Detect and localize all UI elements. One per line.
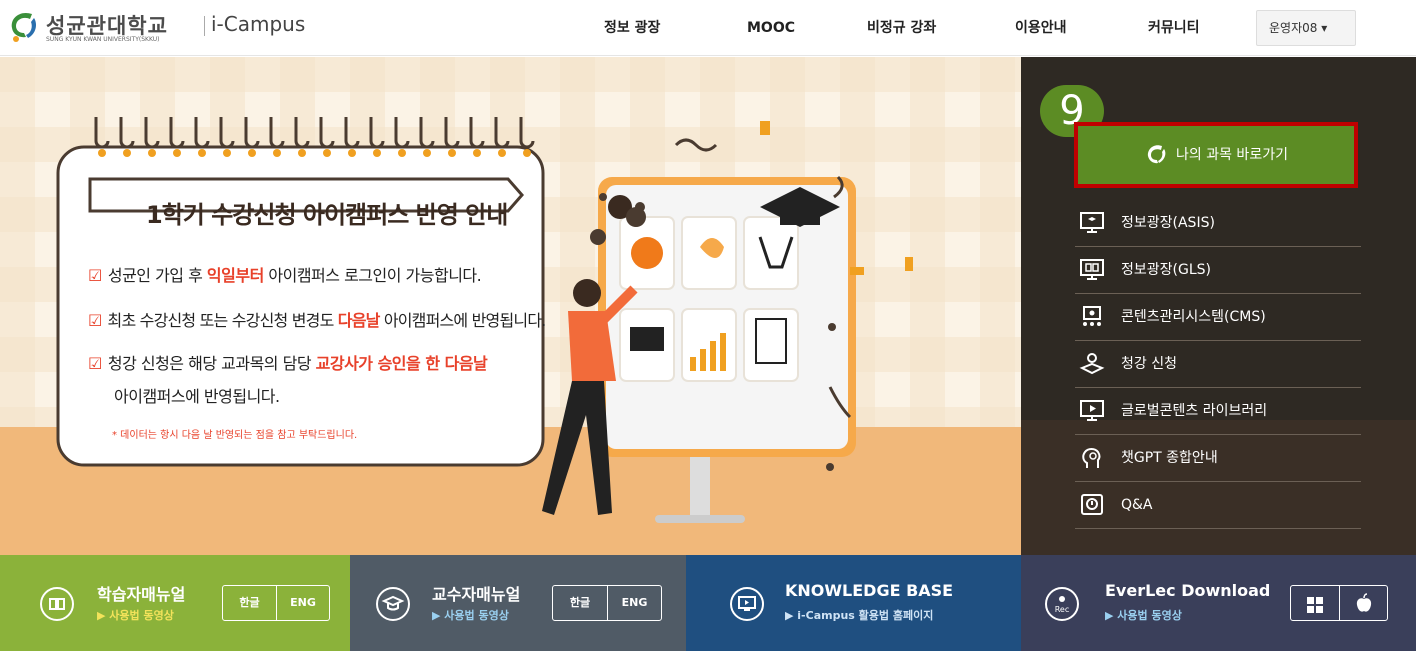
top-header: 성균관대학교 SUNG KYUN KWAN UNIVERSITY(SKKU) i… <box>0 0 1416 56</box>
monitor-book-icon <box>1080 259 1104 280</box>
logo-product: i-Campus <box>211 12 306 36</box>
learner-korean-button[interactable]: 한글 <box>223 586 276 620</box>
knowledge-base-title[interactable]: KNOWLEDGE BASE <box>785 581 953 600</box>
knowledge-base-link[interactable]: ▶ i-Campus 활용법 홈페이지 <box>785 607 933 623</box>
monitor-play-icon <box>730 587 764 621</box>
learner-english-button[interactable]: ENG <box>276 586 329 620</box>
skku-logo-icon <box>1147 145 1166 164</box>
highlight-frame: 나의 과목 바로가기 <box>1074 122 1358 188</box>
check-icon: ☑ <box>88 354 102 373</box>
rec-label: Rec <box>1055 605 1070 614</box>
professor-english-button[interactable]: ENG <box>607 586 661 620</box>
hero-item-3-highlight: 교강사가 승인을 한 다음날 <box>315 354 488 373</box>
professor-manual-section: 교수자매뉴얼 ▶ 사용법 동영상 한글 ENG <box>350 555 686 651</box>
hero-note: * 데이터는 항시 다음 날 반영되는 점을 참고 부탁드립니다. <box>112 430 358 441</box>
mac-download-button[interactable] <box>1339 586 1387 620</box>
professor-video-link[interactable]: ▶ 사용법 동영상 <box>432 607 509 623</box>
quick-menu-audit-label: 청강 신청 <box>1121 356 1177 372</box>
rec-icon: Rec <box>1045 587 1079 621</box>
my-courses-button[interactable]: 나의 과목 바로가기 <box>1078 126 1354 184</box>
learner-manual-title[interactable]: 학습자매뉴얼 <box>97 581 185 605</box>
quick-menu-gls[interactable]: 정보광장(GLS) <box>1075 247 1361 294</box>
my-courses-label: 나의 과목 바로가기 <box>1176 147 1288 163</box>
professor-korean-button[interactable]: 한글 <box>553 586 607 620</box>
windows-download-button[interactable] <box>1291 586 1339 620</box>
learner-lang-buttons: 한글 ENG <box>222 585 330 621</box>
windows-icon <box>1307 597 1323 613</box>
hero-item-2: ☑ 최초 수강신청 또는 수강신청 변경도 다음날 아이캠퍼스에 반영됩니다. <box>88 307 546 331</box>
monitor-people-icon <box>1083 306 1101 326</box>
graduate-cap-icon <box>376 587 410 621</box>
quick-menu-global-library-label: 글로벌콘텐츠 라이브러리 <box>1121 403 1268 419</box>
professor-manual-title[interactable]: 교수자매뉴얼 <box>432 581 520 605</box>
hero-item-2-post: 아이캠퍼스에 반영됩니다. <box>379 311 547 330</box>
hero-banner[interactable]: 1학기 수강신청 아이캠퍼스 반영 안내 ☑ 성균인 가입 후 익일부터 아이캠퍼… <box>0 57 1021 555</box>
everlec-video-link[interactable]: ▶ 사용법 동영상 <box>1105 607 1182 623</box>
hero-title: 1학기 수강신청 아이캠퍼스 반영 안내 <box>146 201 508 229</box>
hero-item-3-line2: 아이캠퍼스에 반영됩니다. <box>114 387 280 406</box>
quick-menu-chatgpt-label: 챗GPT 종합안내 <box>1121 450 1218 466</box>
hero-item-2-highlight: 다음날 <box>337 311 381 330</box>
quick-menu-asis[interactable]: 정보광장(ASIS) <box>1075 200 1361 247</box>
quick-menu-gls-label: 정보광장(GLS) <box>1121 262 1211 278</box>
nav-mooc[interactable]: MOOC <box>747 0 795 56</box>
hero-item-1-pre: 성균인 가입 후 <box>107 266 207 285</box>
nav-guide[interactable]: 이용안내 <box>1015 0 1067 56</box>
everlec-title[interactable]: EverLec Download <box>1105 581 1270 600</box>
nav-info-plaza[interactable]: 정보 광장 <box>604 0 660 56</box>
hero-item-1-post: 아이캠퍼스 로그인이 가능합니다. <box>263 266 482 285</box>
monitor-play-icon <box>1080 400 1104 421</box>
monitor-graduate-icon <box>1080 212 1104 233</box>
hero-item-1: ☑ 성균인 가입 후 익일부터 아이캠퍼스 로그인이 가능합니다. <box>88 262 482 286</box>
quick-menu-global-library[interactable]: 글로벌콘텐츠 라이브러리 <box>1075 388 1361 435</box>
qna-icon <box>1081 494 1103 515</box>
logo-english: SUNG KYUN KWAN UNIVERSITY(SKKU) <box>46 36 160 43</box>
quick-menu-chatgpt[interactable]: 챗GPT 종합안내 <box>1075 435 1361 482</box>
quick-menu-qna-label: Q&A <box>1121 497 1153 513</box>
user-menu-button[interactable]: 운영자08 ▾ <box>1256 10 1356 46</box>
apple-icon <box>1356 593 1371 612</box>
hero-illustration <box>0 57 1021 555</box>
ai-head-icon <box>1082 448 1101 468</box>
quick-menu-cms-label: 콘텐츠관리시스템(CMS) <box>1121 309 1266 325</box>
site-logo[interactable]: 성균관대학교 SUNG KYUN KWAN UNIVERSITY(SKKU) i… <box>6 6 306 48</box>
hero-item-3-pre: 청강 신청은 해당 교과목의 담당 <box>107 354 316 373</box>
book-icon <box>40 587 74 621</box>
quick-menu-cms[interactable]: 콘텐츠관리시스템(CMS) <box>1075 294 1361 341</box>
check-icon: ☑ <box>88 266 102 285</box>
everlec-download-section: Rec EverLec Download ▶ 사용법 동영상 <box>1021 555 1416 651</box>
nav-noncredit-courses[interactable]: 비정규 강좌 <box>867 0 936 56</box>
check-icon: ☑ <box>88 311 102 330</box>
professor-lang-buttons: 한글 ENG <box>552 585 662 621</box>
knowledge-base-section[interactable]: KNOWLEDGE BASE ▶ i-Campus 활용법 홈페이지 <box>686 555 1021 651</box>
quick-menu-audit[interactable]: 청강 신청 <box>1075 341 1361 388</box>
quick-menu-qna[interactable]: Q&A <box>1075 482 1361 529</box>
learner-manual-section: 학습자매뉴얼 ▶ 사용법 동영상 한글 ENG <box>0 555 350 651</box>
hero-item-1-highlight: 익일부터 <box>206 266 264 285</box>
hero-item-2-pre: 최초 수강신청 또는 수강신청 변경도 <box>107 311 338 330</box>
student-book-icon <box>1079 353 1105 375</box>
quick-menu-asis-label: 정보광장(ASIS) <box>1121 215 1215 231</box>
everlec-os-buttons <box>1290 585 1388 621</box>
learner-video-link[interactable]: ▶ 사용법 동영상 <box>97 607 174 623</box>
logo-divider <box>204 16 205 36</box>
skku-logo-icon <box>11 12 36 42</box>
hero-item-3: ☑ 청강 신청은 해당 교과목의 담당 교강사가 승인을 한 다음날 <box>88 350 488 374</box>
nav-community[interactable]: 커뮤니티 <box>1148 0 1200 56</box>
